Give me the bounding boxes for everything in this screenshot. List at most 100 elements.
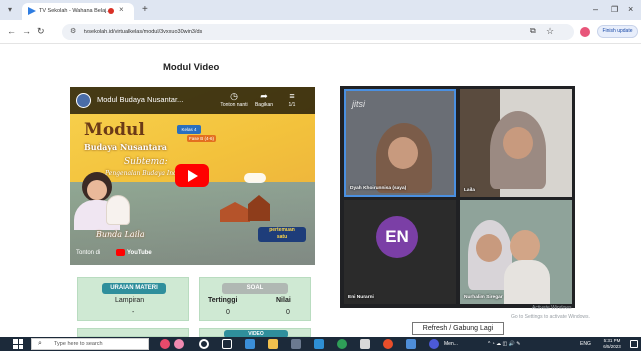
finish-update-button[interactable]: Finish update [597, 25, 638, 38]
youtube-wordmark[interactable]: YouTube [127, 250, 152, 256]
tab-title: TV Sekolah - Wahana Belaj... [39, 8, 111, 14]
browser-tab-strip: ▾ TV Sekolah - Wahana Belaj... × + – ❐ × [0, 0, 641, 20]
participant-face [388, 137, 418, 169]
presenter-name: Bunda Laila [96, 230, 145, 239]
share-button[interactable]: ➦ Bagikan [250, 91, 278, 109]
clock-icon: ◷ [230, 91, 238, 101]
chrome-browser-icon[interactable] [337, 339, 347, 349]
back-arrow-icon[interactable]: ← [7, 26, 16, 37]
taskbar-search-box[interactable]: ⌕ Type here to search [31, 338, 149, 350]
edge-browser-icon[interactable] [314, 339, 324, 349]
play-icon [188, 170, 198, 182]
taskbar-date: 6/5/2023 [603, 344, 621, 349]
store-app-icon[interactable] [291, 339, 301, 349]
youtube-video-player[interactable]: Modul Budaya Nusantar... ◷ Tonton nanti … [70, 87, 315, 265]
watch-later-button[interactable]: ◷ Tonton nanti [220, 91, 248, 109]
watch-on-label[interactable]: Tonton di [76, 250, 100, 256]
search-icon: ⌕ [38, 340, 42, 347]
tvsekolah-favicon-icon [28, 7, 36, 15]
jitsi-meeting: jitsi Dyah Khoirunnisa (saya) Laila EN E… [340, 86, 575, 308]
jitsi-logo: jitsi [352, 99, 365, 109]
participant-tile-nurhalim[interactable]: Nurhalim Siregar [460, 200, 572, 304]
participant-face [476, 234, 502, 262]
soal-button[interactable]: SOAL [222, 283, 288, 294]
windows-taskbar: ⌕ Type here to search Men... ^ ◔ ☁ ◫ 🔊 ✎… [0, 337, 641, 351]
play-button[interactable] [175, 164, 209, 187]
uraian-materi-button[interactable]: URAIAN MATERI [102, 283, 166, 294]
window-close-button[interactable]: × [628, 3, 633, 15]
module-title: Modul [84, 120, 145, 140]
sticker-app-icon[interactable] [174, 339, 184, 349]
screen: ▾ TV Sekolah - Wahana Belaj... × + – ❐ ×… [0, 0, 641, 351]
browser-tab[interactable]: TV Sekolah - Wahana Belaj... × [22, 3, 134, 20]
chrome-profile-icon[interactable] [383, 339, 393, 349]
subtema-heading: Subtema: [124, 157, 168, 167]
lampiran-value: - [132, 309, 135, 316]
windows-start-icon[interactable] [13, 339, 23, 349]
child-body [504, 260, 550, 304]
tab-close-icon[interactable]: × [119, 5, 124, 15]
new-tab-button[interactable]: + [142, 4, 148, 16]
playlist-count: 1/1 [288, 102, 296, 108]
next-card [77, 328, 189, 337]
address-bar[interactable]: ⚙ tvsekolah.id/virtualkelas/modul/3vxxuo… [62, 24, 574, 40]
forward-arrow-icon[interactable]: → [22, 26, 31, 37]
tertinggi-label: Tertinggi [208, 297, 238, 304]
taskbar-search-placeholder: Type here to search [54, 341, 103, 347]
pertemuan-badge: pertemuan satu [258, 227, 306, 242]
module-subtitle: Budaya Nusantara [84, 142, 167, 152]
cortana-icon[interactable] [199, 339, 209, 349]
file-explorer-icon[interactable] [268, 339, 278, 349]
bookmark-star-icon[interactable]: ☆ [546, 25, 554, 37]
taskbar-clock[interactable]: 5:31 PM 6/5/2023 [598, 338, 626, 350]
pertemuan-line-2: satu [276, 234, 288, 240]
fase-badge: Fase B (4-6) [187, 135, 217, 142]
youtube-logo-icon[interactable] [116, 249, 125, 256]
address-url: tvsekolah.id/virtualkelas/modul/3vxxuo30… [84, 29, 203, 35]
video-card: VIDEO [199, 328, 311, 338]
participant-initials-avatar: EN [376, 216, 418, 258]
video-title[interactable]: Modul Budaya Nusantar... [97, 95, 183, 104]
heart-app-icon[interactable] [160, 339, 170, 349]
child-illustration [106, 195, 130, 225]
uraian-materi-card: URAIAN MATERI Lampiran - [77, 277, 189, 321]
channel-avatar[interactable] [76, 93, 91, 108]
tertinggi-value: 0 [226, 309, 230, 316]
profile-avatar[interactable] [580, 27, 590, 37]
lampiran-label: Lampiran [115, 297, 145, 304]
window-minimize-button[interactable]: – [593, 3, 598, 15]
language-indicator[interactable]: ENG [580, 339, 591, 349]
window-restore-button[interactable]: ❐ [611, 4, 618, 16]
rejoin-tooltip[interactable]: Refresh / Gabung Lagi [412, 322, 504, 335]
notification-icon[interactable] [630, 340, 638, 348]
reload-icon[interactable]: ↻ [37, 26, 45, 37]
nilai-value: 0 [286, 309, 290, 316]
participant-name: Eni Nurarni [348, 295, 374, 300]
tab-search-icon[interactable]: ▾ [5, 5, 15, 15]
mail-app-icon[interactable] [245, 339, 255, 349]
nilai-label: Nilai [276, 297, 291, 304]
app-icon[interactable] [360, 339, 370, 349]
participant-name: Laila [464, 188, 475, 193]
participant-tile-laila[interactable]: Laila [460, 89, 572, 197]
tray-app-label[interactable]: Men... [444, 339, 458, 349]
word-app-icon[interactable] [406, 339, 416, 349]
watch-later-label: Tonton nanti [220, 102, 248, 108]
share-label: Bagikan [254, 102, 274, 108]
task-view-icon[interactable] [222, 339, 232, 349]
playlist-button[interactable]: ≡ 1/1 [278, 91, 306, 109]
participant-name: Dyah Khoirunnisa (saya) [350, 186, 407, 191]
participant-tile-self[interactable]: jitsi Dyah Khoirunnisa (saya) [344, 89, 456, 197]
page-title: Modul Video [163, 62, 220, 73]
soal-card: SOAL Tertinggi Nilai 0 0 [199, 277, 311, 321]
participant-face [503, 127, 533, 159]
site-info-icon[interactable]: ⚙ [70, 27, 76, 37]
meet-app-icon[interactable] [429, 339, 439, 349]
recording-indicator-icon [108, 8, 114, 14]
participant-tile-eni[interactable]: EN Eni Nurarni [344, 200, 456, 304]
screen-share-icon[interactable]: ⧉ [530, 25, 542, 37]
tray-arrows-icon[interactable]: ^ ◔ ☁ ◫ 🔊 ✎ [488, 339, 520, 349]
child-face [510, 230, 540, 262]
cloud-illustration [244, 173, 266, 183]
participant-name: Nurhalim Siregar [464, 295, 503, 300]
